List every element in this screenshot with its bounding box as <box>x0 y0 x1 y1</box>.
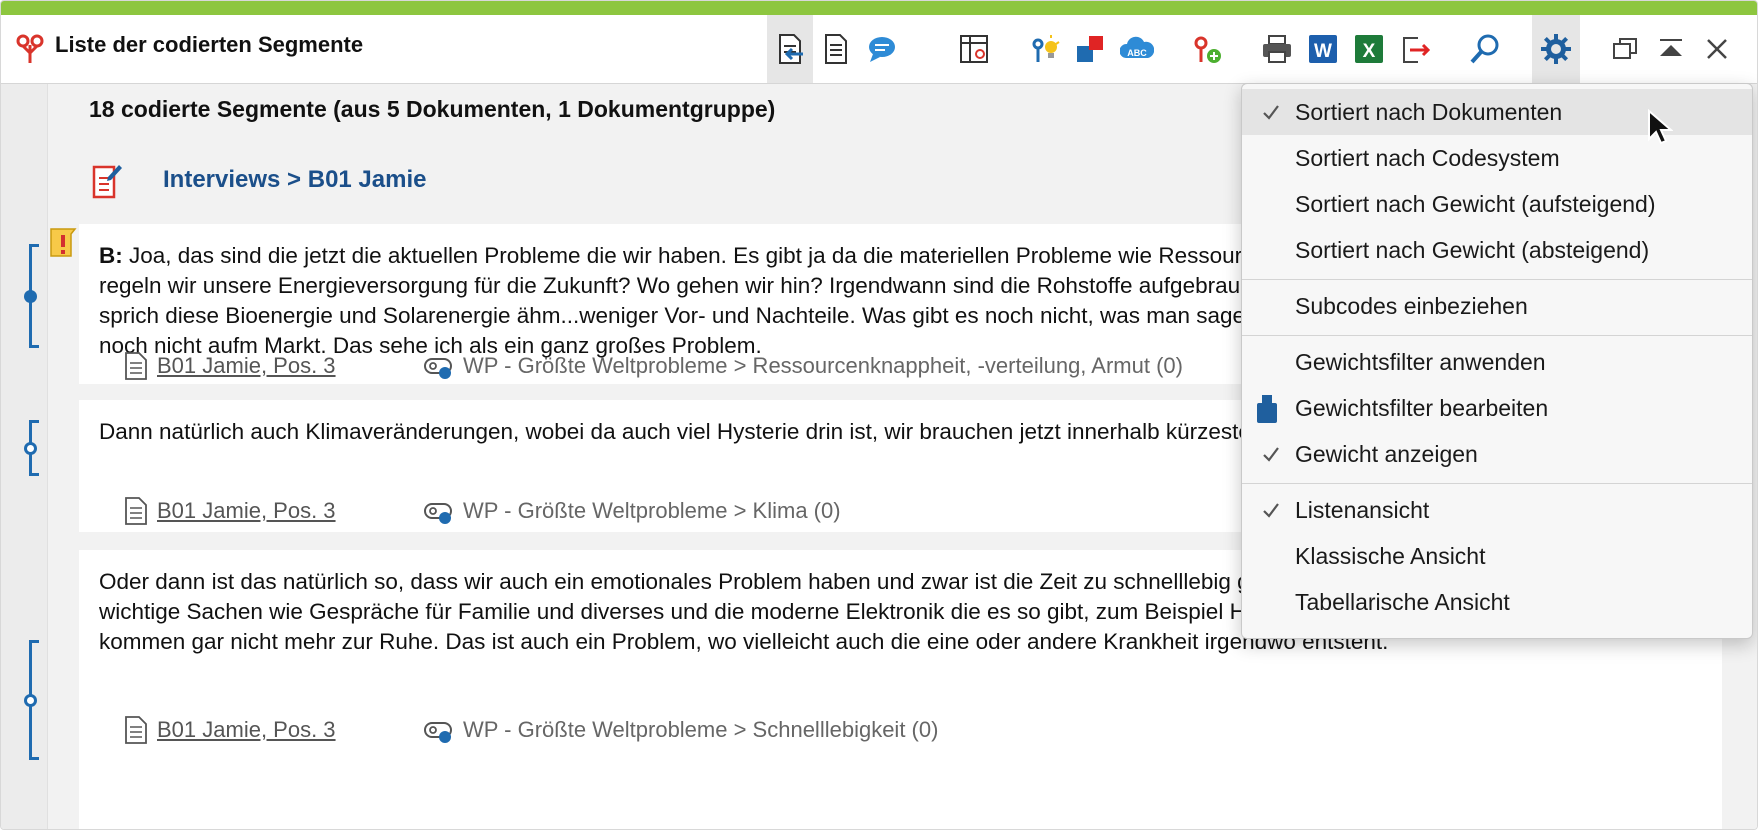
document-reference-link[interactable]: B01 Jamie, Pos. 3 <box>123 351 336 381</box>
color-squares-icon[interactable] <box>1068 15 1114 83</box>
segment-summary: 18 codierte Segmente (aus 5 Dokumenten, … <box>89 96 776 122</box>
coded-segments-app-icon <box>16 34 44 63</box>
menu-item-classic-view[interactable]: Klassische Ansicht <box>1242 533 1752 579</box>
menu-item-sort-by-weight-desc[interactable]: Sortiert nach Gewicht (absteigend) <box>1242 227 1752 273</box>
menu-item-table-view[interactable]: Tabellarische Ansicht <box>1242 579 1752 625</box>
code-reference[interactable]: WP - Größte Weltprobleme > Klima (0) <box>423 496 841 526</box>
document-reference-link[interactable]: B01 Jamie, Pos. 3 <box>123 715 336 745</box>
document-group-link[interactable]: Interviews > B01 Jamie <box>163 166 426 194</box>
document-arrow-icon[interactable] <box>767 15 813 83</box>
window-title: Liste der codierten Segmente <box>55 32 364 57</box>
document-edit-icon <box>92 165 122 199</box>
menu-separator <box>1242 483 1752 484</box>
svg-text:ABC: ABC <box>1127 48 1147 58</box>
code-tag-icon <box>424 358 452 379</box>
menu-item-edit-weight-filter[interactable]: Gewichtsfilter bearbeiten <box>1242 385 1752 431</box>
code-tag-icon <box>424 503 452 524</box>
document-icon <box>125 352 147 380</box>
lightbulb-code-icon[interactable] <box>1022 15 1068 83</box>
window: Liste der codierten Segmente ABC W X 18 … <box>0 0 1758 830</box>
settings-gear-icon[interactable] <box>1532 15 1580 83</box>
menu-item-apply-weight-filter[interactable]: Gewichtsfilter anwenden <box>1242 339 1752 385</box>
cloud-abc-icon[interactable]: ABC <box>1114 15 1160 83</box>
speaker-label: B: <box>99 243 123 268</box>
table-grid-icon[interactable] <box>952 15 998 83</box>
segment-bracket[interactable] <box>24 420 39 476</box>
checkmark-icon <box>1263 503 1279 518</box>
menu-item-sort-by-codesystem[interactable]: Sortiert nach Codesystem <box>1242 135 1752 181</box>
code-add-icon[interactable] <box>1184 15 1230 83</box>
document-reference-link[interactable]: B01 Jamie, Pos. 3 <box>123 496 336 526</box>
collapse-up-icon[interactable] <box>1648 15 1694 83</box>
menu-separator <box>1242 335 1752 336</box>
mouse-cursor-icon <box>1648 109 1673 145</box>
export-arrow-icon[interactable] <box>1392 15 1438 83</box>
warning-weight-icon[interactable] <box>49 226 79 260</box>
code-reference[interactable]: WP - Größte Weltprobleme > Schnelllebigk… <box>423 715 938 745</box>
segment-bracket[interactable] <box>24 244 39 348</box>
menu-item-sort-by-documents[interactable]: Sortiert nach Dokumenten <box>1242 89 1752 135</box>
restore-window-icon[interactable] <box>1602 15 1648 83</box>
speech-bubble-icon[interactable] <box>859 15 905 83</box>
code-reference[interactable]: WP - Größte Weltprobleme > Ressourcenkna… <box>423 351 1183 381</box>
document-icon <box>125 497 147 525</box>
menu-separator <box>1242 279 1752 280</box>
svg-text:W: W <box>1314 41 1332 62</box>
segment-bracket[interactable] <box>24 640 39 760</box>
print-icon[interactable] <box>1254 15 1300 83</box>
settings-dropdown-menu: Sortiert nach Dokumenten Sortiert nach C… <box>1241 83 1753 639</box>
menu-item-show-weight[interactable]: Gewicht anzeigen <box>1242 431 1752 477</box>
svg-text:X: X <box>1363 41 1376 62</box>
document-icon <box>125 716 147 744</box>
segment-gutter <box>1 84 48 829</box>
title-bar: Liste der codierten Segmente ABC W X <box>1 15 1757 84</box>
weight-icon <box>1257 395 1277 423</box>
menu-item-include-subcodes[interactable]: Subcodes einbeziehen <box>1242 283 1752 329</box>
document-list-icon[interactable] <box>813 15 859 83</box>
checkmark-icon <box>1263 105 1279 120</box>
code-tag-icon <box>424 722 452 743</box>
menu-item-list-view[interactable]: Listenansicht <box>1242 487 1752 533</box>
accent-bar <box>1 1 1757 15</box>
menu-item-sort-by-weight-asc[interactable]: Sortiert nach Gewicht (aufsteigend) <box>1242 181 1752 227</box>
excel-export-icon[interactable]: X <box>1346 15 1392 83</box>
search-icon[interactable] <box>1462 15 1508 83</box>
close-icon[interactable] <box>1694 15 1740 83</box>
word-export-icon[interactable]: W <box>1300 15 1346 83</box>
checkmark-icon <box>1263 447 1279 462</box>
